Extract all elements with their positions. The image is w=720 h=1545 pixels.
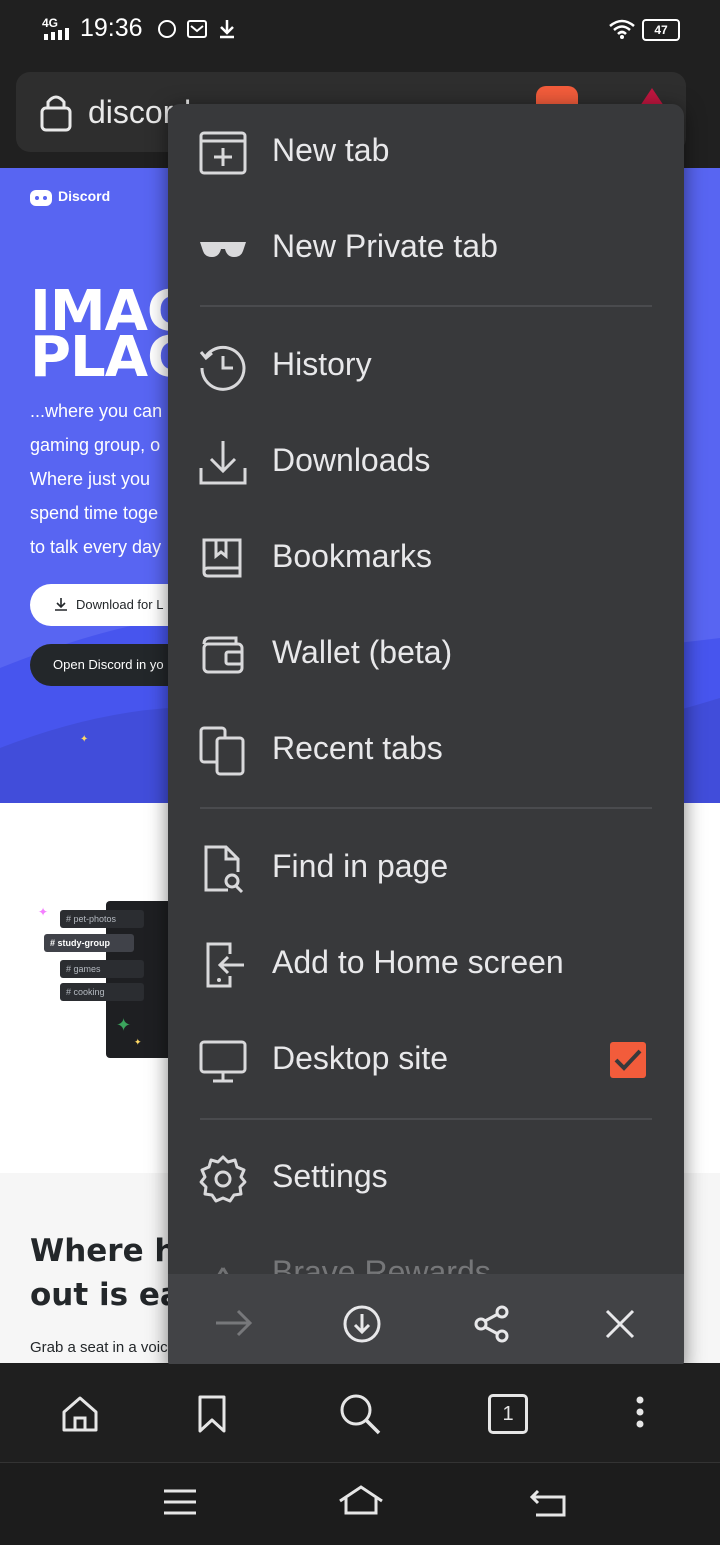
hero-line: ...where you can <box>30 401 163 421</box>
home-icon[interactable] <box>60 1394 100 1434</box>
hero-line: Where just you <box>30 469 151 489</box>
back-icon[interactable] <box>528 1485 570 1519</box>
hero-line: gaming group, o <box>30 435 161 455</box>
sparkle-icon: ✦ <box>80 734 89 745</box>
channel-name: games <box>73 964 101 974</box>
status-bar: 4G 19:36 47 <box>0 0 720 58</box>
channel-name: pet-photos <box>73 914 117 924</box>
menu-item-history[interactable]: History <box>168 318 684 414</box>
download-icon <box>55 598 67 611</box>
discord-logo-text: Discord <box>58 188 111 204</box>
hero-text: ...where you can gaming group, o Where j… <box>30 394 190 564</box>
home-nav-icon[interactable] <box>336 1483 386 1519</box>
open-in-browser-button[interactable]: Open Discord in yo <box>30 644 190 686</box>
menu-item-label: History <box>272 346 372 382</box>
download-status-icon <box>220 20 234 39</box>
bookmark-icon[interactable] <box>196 1394 228 1434</box>
menu-item-label: Recent tabs <box>272 730 443 766</box>
menu-action-bar <box>168 1274 684 1372</box>
desktop-site-checkbox[interactable] <box>610 1042 646 1078</box>
forward-arrow-icon[interactable] <box>214 1308 254 1338</box>
channel-study-group: # study-group <box>44 934 134 952</box>
wallet-icon <box>202 636 244 674</box>
discord-logo-icon <box>30 190 52 206</box>
menu-item-label: Downloads <box>272 442 431 478</box>
menu-item-settings[interactable]: Settings <box>168 1130 684 1226</box>
menu-item-find-in-page[interactable]: Find in page <box>168 820 684 916</box>
checkmark-icon <box>614 1049 642 1071</box>
menu-divider <box>200 305 652 307</box>
history-icon <box>199 345 246 391</box>
browser-overflow-menu: New tab New Private tab History Download… <box>168 104 684 1372</box>
menu-item-label: Add to Home screen <box>272 944 564 980</box>
mail-icon <box>187 20 207 38</box>
menu-item-label: Wallet (beta) <box>272 634 453 670</box>
menu-item-label: Settings <box>272 1158 388 1194</box>
channel-name: cooking <box>73 987 105 997</box>
menu-item-downloads[interactable]: Downloads <box>168 414 684 510</box>
sparkle-icon: ✦ <box>38 905 49 919</box>
brave-shields-icon[interactable] <box>536 86 578 106</box>
recent-apps-icon[interactable] <box>162 1487 198 1517</box>
menu-item-label: New Private tab <box>272 228 498 264</box>
section-title-line2: out is ea <box>30 1277 181 1313</box>
menu-item-add-to-home-screen[interactable]: Add to Home screen <box>168 916 684 1012</box>
bookmarks-icon <box>202 538 242 578</box>
download-app-label: Download for L <box>76 597 164 612</box>
sparkle-icon: ✦ <box>134 1037 142 1047</box>
new-tab-icon <box>199 131 247 175</box>
menu-item-bookmarks[interactable]: Bookmarks <box>168 510 684 606</box>
channel-pet-photos: # pet-photos <box>60 910 144 928</box>
sparkle-icon: ✦ <box>116 1015 132 1035</box>
menu-item-new-tab[interactable]: New tab <box>168 104 684 200</box>
hero-line: to talk every day <box>30 537 162 557</box>
desktop-icon <box>199 1040 247 1083</box>
menu-divider <box>200 1118 652 1120</box>
download-app-button[interactable]: Download for L <box>30 584 190 626</box>
menu-item-recent-tabs[interactable]: Recent tabs <box>168 702 684 798</box>
menu-item-label: Bookmarks <box>272 538 433 574</box>
menu-item-label: Find in page <box>272 848 449 884</box>
lock-icon[interactable] <box>38 92 74 132</box>
channel-name: study-group <box>57 938 111 948</box>
add-to-home-icon <box>206 942 244 988</box>
find-in-page-icon <box>204 845 244 894</box>
channel-games: # games <box>60 960 144 978</box>
share-icon[interactable] <box>472 1304 512 1344</box>
whatsapp-icon <box>158 20 176 38</box>
hero-title-line2: PLAC <box>30 325 188 390</box>
search-icon[interactable] <box>338 1392 382 1436</box>
recent-tabs-icon <box>199 726 245 776</box>
menu-item-wallet[interactable]: Wallet (beta) <box>168 606 684 702</box>
clock: 19:36 <box>80 14 143 42</box>
open-in-browser-label: Open Discord in yo <box>53 657 164 672</box>
private-glasses-icon <box>200 242 246 257</box>
more-options-icon[interactable] <box>630 1394 650 1434</box>
menu-item-desktop-site[interactable]: Desktop site <box>168 1012 684 1108</box>
wifi-icon <box>609 19 635 39</box>
menu-item-label: New tab <box>272 132 390 168</box>
system-navigation-bar <box>0 1462 720 1545</box>
menu-item-new-private-tab[interactable]: New Private tab <box>168 200 684 296</box>
section-text: Grab a seat in a voic <box>30 1339 168 1356</box>
download-icon <box>199 441 247 485</box>
gear-icon <box>199 1155 247 1203</box>
browser-bottom-toolbar: 1 <box>0 1364 720 1460</box>
tabs-count-button[interactable]: 1 <box>488 1394 528 1434</box>
signal-icon <box>44 28 69 40</box>
section-title-line1: Where h <box>30 1233 177 1269</box>
menu-divider <box>200 807 652 809</box>
hero-line: spend time toge <box>30 503 159 523</box>
battery-indicator: 47 <box>642 19 680 41</box>
download-page-icon[interactable] <box>342 1304 382 1344</box>
menu-item-label: Desktop site <box>272 1040 449 1076</box>
close-icon[interactable] <box>602 1306 638 1342</box>
channel-cooking: # cooking <box>60 983 144 1001</box>
